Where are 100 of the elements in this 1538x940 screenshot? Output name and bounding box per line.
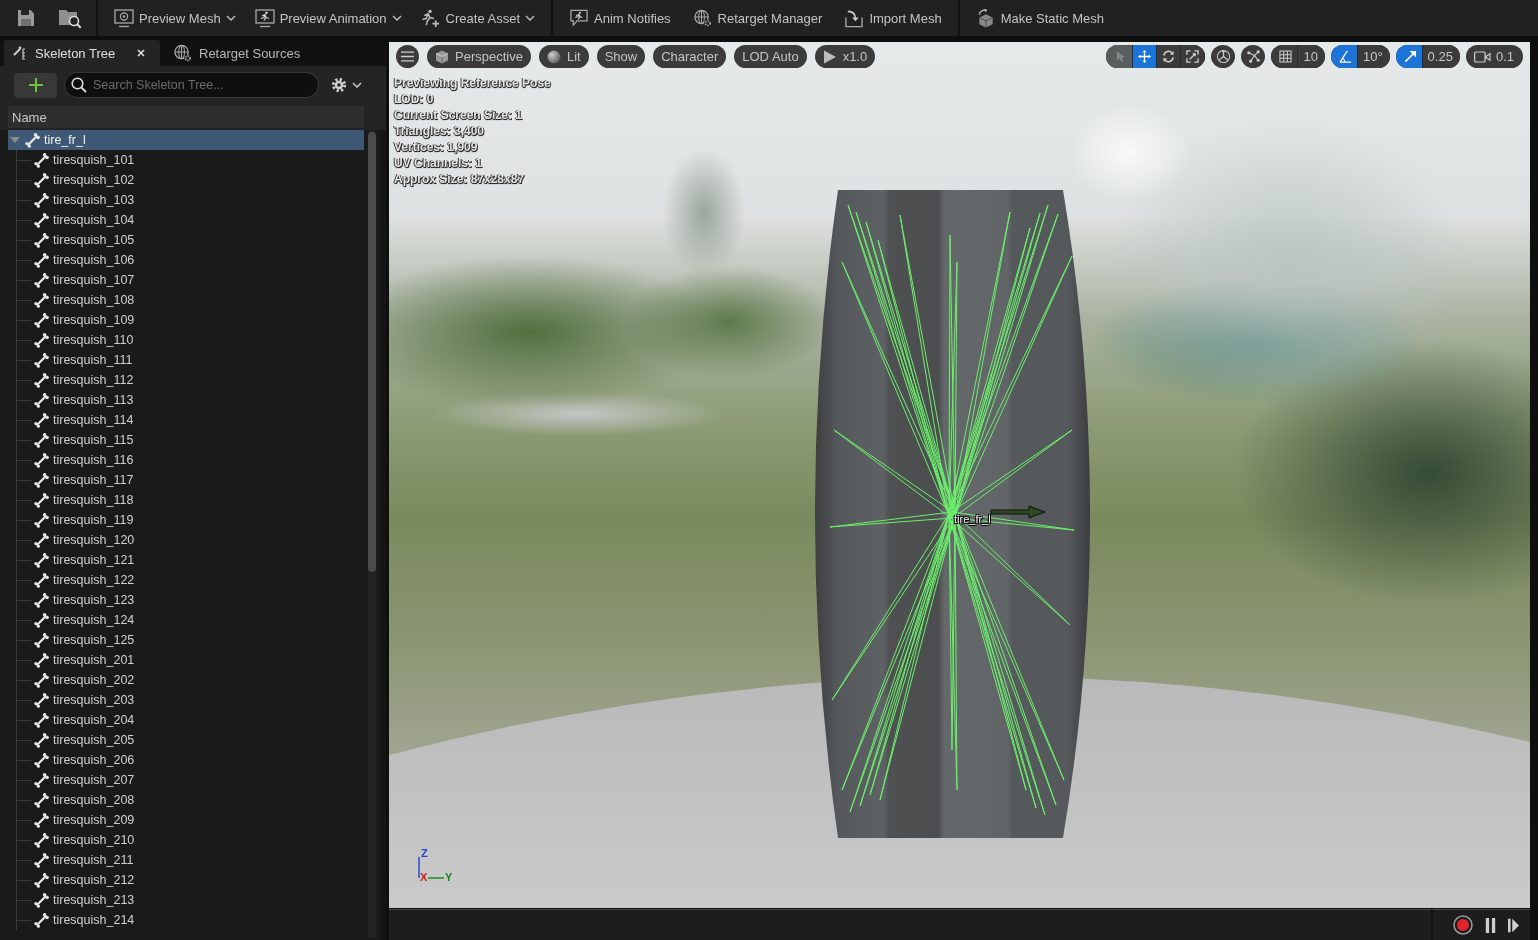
tree-row[interactable]: tiresquish_113 [8,390,364,410]
pause-icon[interactable] [1485,917,1496,933]
tree-row[interactable]: tiresquish_120 [8,530,364,550]
bone-icon [34,692,49,708]
viewport-option-button[interactable]: Character [653,45,727,68]
tree-row[interactable]: tiresquish_109 [8,310,364,330]
step-forward-icon[interactable] [1508,917,1519,933]
tree-row[interactable]: tiresquish_207 [8,770,364,790]
arrow-icon[interactable] [990,505,1046,519]
bone-icon [34,892,49,908]
surface-snap-button[interactable] [1241,45,1266,68]
add-button[interactable] [14,72,57,98]
import-icon [844,8,865,28]
panel-tab[interactable]: Skeleton Tree [4,40,160,66]
globe-gear-icon [692,8,713,28]
save-icon[interactable] [17,9,35,27]
sphere-icon [546,49,561,64]
tree-row[interactable]: tiresquish_125 [8,630,364,650]
tree-row[interactable]: tiresquish_203 [8,690,364,710]
toolbar-button[interactable]: Anim Notifies [561,3,679,33]
tree-row[interactable]: tiresquish_212 [8,870,364,890]
tree-row[interactable]: tiresquish_213 [8,890,364,910]
panel-tab[interactable]: Retarget Sources [164,40,309,66]
tree-row[interactable]: tiresquish_204 [8,710,364,730]
cube-icon [435,49,449,64]
tree-row[interactable]: tiresquish_119 [8,510,364,530]
camera-speed-button[interactable]: 0.1 [1465,45,1523,68]
record-icon[interactable] [1453,915,1473,935]
bone-icon [34,472,49,488]
toolbar-button[interactable]: Create Asset [412,3,544,33]
tree-row[interactable]: tiresquish_112 [8,370,364,390]
bone-icon [34,232,49,248]
axis-label: X [420,871,428,883]
viewport-option-button[interactable]: Perspective [427,45,531,68]
tree-row[interactable]: tiresquish_116 [8,450,364,470]
tree-row[interactable]: tiresquish_202 [8,670,364,690]
tree-row[interactable]: tiresquish_210 [8,830,364,850]
toolbar-button[interactable]: Make Static Mesh [967,3,1112,33]
scale-snap-toggle[interactable] [1395,45,1423,68]
bone-icon [34,492,49,508]
tree-row[interactable]: tiresquish_118 [8,490,364,510]
tree-row[interactable]: tiresquish_205 [8,730,364,750]
tree-row[interactable]: tiresquish_106 [8,250,364,270]
tree-row[interactable]: tiresquish_211 [8,850,364,870]
tree-row[interactable]: tiresquish_208 [8,790,364,810]
bone-icon [34,312,49,328]
menu-icon [401,50,414,63]
tree-row[interactable]: tiresquish_124 [8,610,364,630]
bone-icon [34,732,49,748]
angle-snap-toggle[interactable] [1330,45,1358,68]
tree-row[interactable]: tiresquish_214 [8,910,364,930]
close-icon[interactable] [137,49,145,57]
search-field[interactable]: Search Skeleton Tree... [64,72,319,98]
tree-row[interactable]: tiresquish_115 [8,430,364,450]
tree-row[interactable]: tiresquish_102 [8,170,364,190]
toolbar-button[interactable]: Retarget Manager [684,3,831,33]
tree-row[interactable]: tiresquish_122 [8,570,364,590]
angle-icon [1338,50,1352,63]
tree-row[interactable]: tiresquish_104 [8,210,364,230]
grid-snap-toggle[interactable] [1271,45,1299,68]
tree-row[interactable]: tiresquish_121 [8,550,364,570]
scrollbar[interactable] [368,130,376,938]
viewport-option-button[interactable]: LOD Auto [734,45,807,68]
coordinate-space-button[interactable] [1211,45,1236,68]
bone-lines-drawing[interactable] [829,204,1075,816]
bone-icon [34,292,49,308]
viewport-menu-button[interactable] [396,45,419,68]
tree-row[interactable]: tiresquish_105 [8,230,364,250]
tree-row[interactable]: tiresquish_123 [8,590,364,610]
tree-row[interactable]: tiresquish_108 [8,290,364,310]
tree-row[interactable]: tiresquish_117 [8,470,364,490]
settings-button[interactable] [331,75,362,95]
tree-row[interactable]: tiresquish_206 [8,750,364,770]
toolbar-button[interactable]: Preview Animation [246,3,410,33]
bone-icon [34,372,49,388]
bone-icon [34,172,49,188]
tree-row[interactable]: tiresquish_114 [8,410,364,430]
bone-icon [34,212,49,228]
rotate-icon [1162,50,1176,63]
bone-icon [34,512,49,528]
bone-icon [34,572,49,588]
scrollbar-thumb[interactable] [368,132,376,572]
camera-icon [1473,50,1491,63]
viewport-option-button[interactable]: Lit [538,45,589,68]
toolbar-button[interactable]: Import Mesh [836,3,950,33]
tree-row[interactable]: tiresquish_107 [8,270,364,290]
viewport-option-button[interactable]: Show [596,45,646,68]
tree-row[interactable]: tiresquish_209 [8,810,364,830]
tree-row[interactable]: tiresquish_103 [8,190,364,210]
tree-row[interactable]: tiresquish_111 [8,350,364,370]
bone-icon [34,872,49,888]
bone-icon [34,332,49,348]
tree-row[interactable]: tiresquish_101 [8,150,364,170]
viewport-option-button[interactable]: x1.0 [814,45,876,68]
toolbar-button[interactable]: Preview Mesh [106,3,244,33]
tree-row[interactable]: tiresquish_110 [8,330,364,350]
transform-tool-button[interactable] [1133,45,1158,68]
tree-row[interactable]: tire_fr_l [8,130,364,150]
tree-row[interactable]: tiresquish_201 [8,650,364,670]
folder-search-icon[interactable] [58,7,82,29]
